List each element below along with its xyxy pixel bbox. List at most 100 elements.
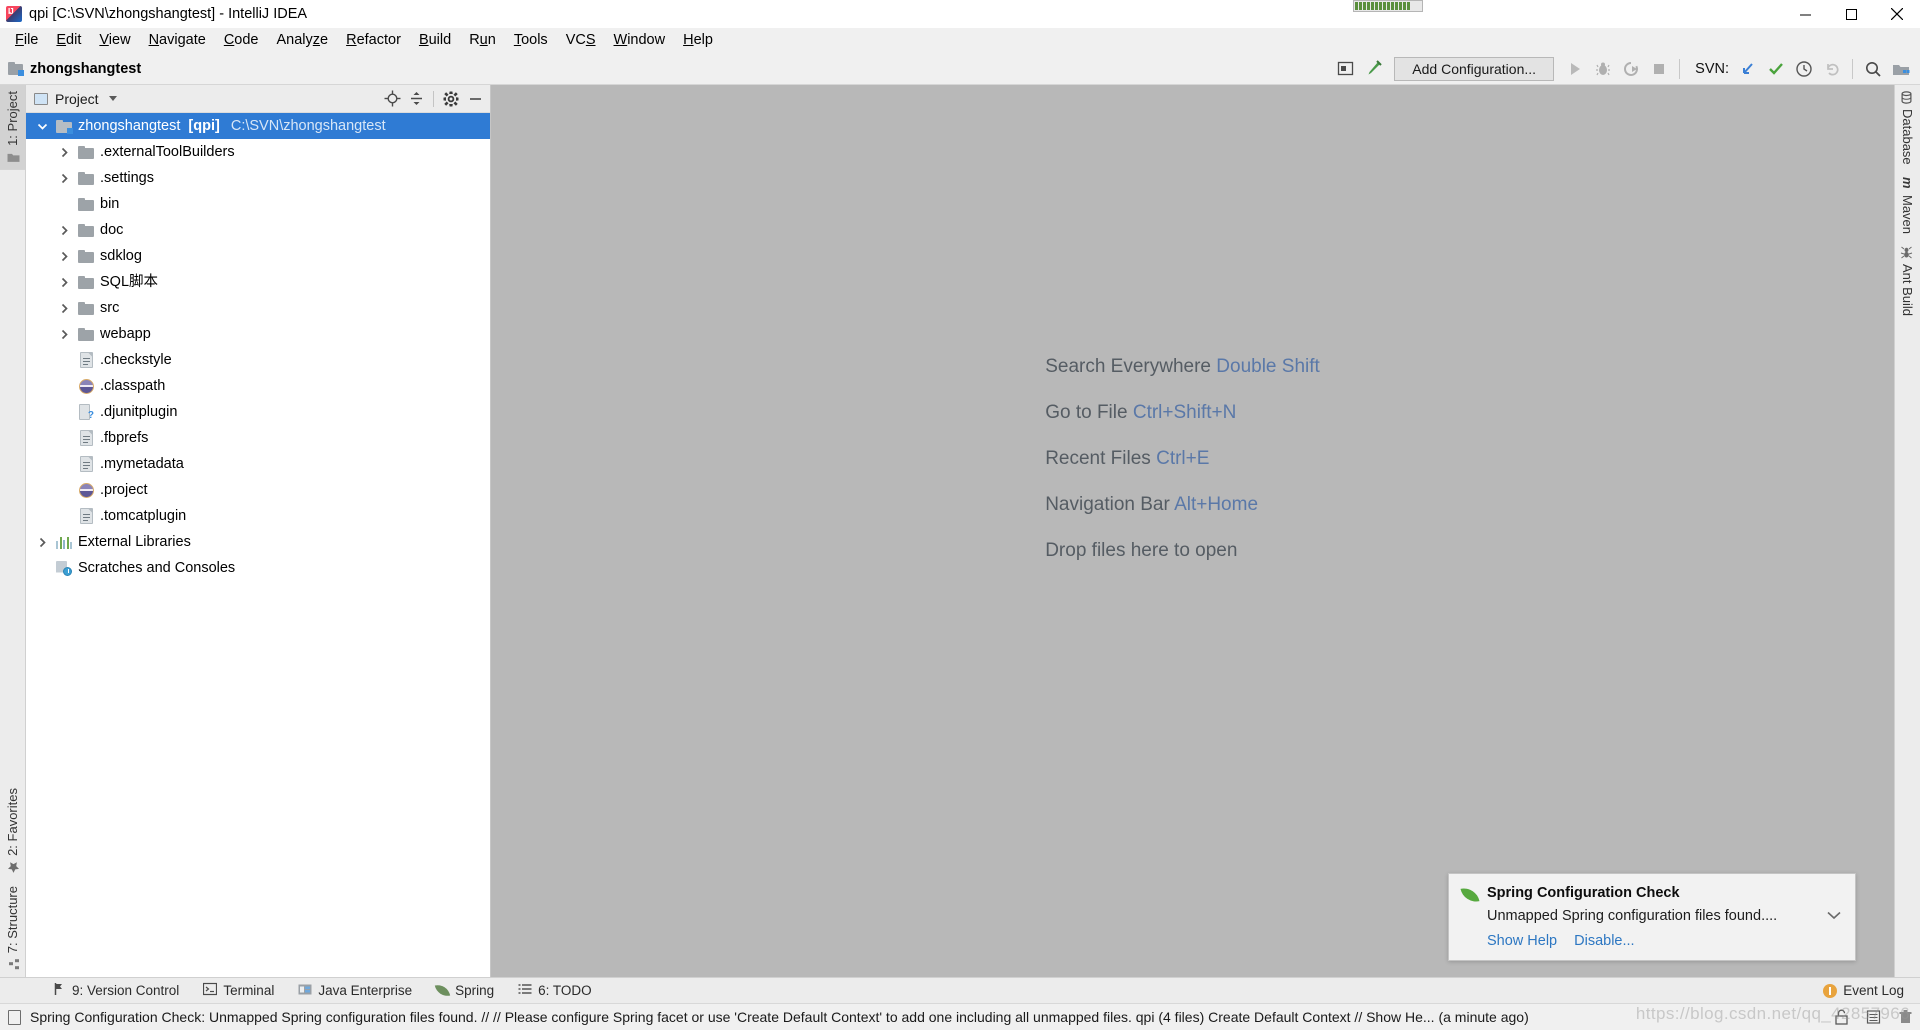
stop-icon[interactable] — [1646, 56, 1672, 82]
locate-target-icon[interactable] — [381, 88, 403, 110]
line-separator-icon[interactable] — [1864, 1008, 1882, 1026]
tree-row-fbprefs[interactable]: .fbprefs — [26, 425, 490, 451]
show-help-link[interactable]: Show Help — [1487, 933, 1557, 949]
debug-icon[interactable] — [1590, 56, 1616, 82]
tree-row-label: Scratches and Consoles — [78, 559, 236, 576]
tree-row-sql-scripts[interactable]: SQL脚本 — [26, 269, 490, 295]
menu-navigate[interactable]: Navigate — [140, 30, 215, 52]
sidebar-item-ant-build-label: Ant Build — [1900, 263, 1915, 316]
tree-row-project-file[interactable]: .project — [26, 477, 490, 503]
minimize-button[interactable] — [1782, 0, 1828, 28]
tree-row-bin[interactable]: bin — [26, 191, 490, 217]
bottom-item-terminal[interactable]: Terminal — [193, 979, 288, 1002]
menu-build[interactable]: Build — [410, 30, 460, 52]
window-title: qpi [C:\SVN\zhongshangtest] - IntelliJ I… — [29, 6, 308, 22]
build-hammer-icon[interactable] — [1360, 56, 1386, 82]
scratches-icon — [54, 560, 74, 576]
collapsed-arrow-icon[interactable] — [52, 303, 76, 314]
tree-row-label: .mymetadata — [100, 455, 184, 472]
disable-link[interactable]: Disable... — [1574, 933, 1634, 949]
run-icon[interactable] — [1562, 56, 1588, 82]
unlock-icon[interactable] — [1832, 1008, 1850, 1026]
notification-links: Show Help Disable... — [1487, 933, 1816, 949]
menu-analyze[interactable]: Analyze — [268, 30, 338, 52]
svn-update-icon[interactable] — [1735, 56, 1761, 82]
bottom-item-spring[interactable]: Spring — [426, 980, 508, 1001]
hide-minimize-icon[interactable] — [464, 88, 486, 110]
menu-code[interactable]: Code — [215, 30, 268, 52]
svn-rollback-icon[interactable] — [1819, 56, 1845, 82]
structure-icon — [6, 958, 20, 971]
status-message[interactable]: Spring Configuration Check: Unmapped Spr… — [30, 1009, 1529, 1025]
sidebar-item-database-label: Database — [1900, 109, 1915, 165]
tree-row-doc[interactable]: doc — [26, 217, 490, 243]
svn-history-icon[interactable] — [1791, 56, 1817, 82]
project-panel-title[interactable]: Project — [34, 91, 117, 107]
tree-row-scratches-and-consoles[interactable]: Scratches and Consoles — [26, 555, 490, 581]
search-everywhere-icon[interactable] — [1860, 56, 1886, 82]
maximize-button[interactable] — [1828, 0, 1874, 28]
project-structure-icon[interactable] — [1332, 56, 1358, 82]
breadcrumb[interactable]: zhongshangtest — [8, 61, 141, 77]
tree-row-sdklog[interactable]: sdklog — [26, 243, 490, 269]
collapsed-arrow-icon[interactable] — [30, 537, 54, 548]
collapsed-arrow-icon[interactable] — [52, 173, 76, 184]
tree-row-label: bin — [100, 195, 120, 212]
bottom-item-java-enterprise[interactable]: Java Enterprise — [288, 979, 426, 1002]
tree-row-project-root[interactable]: zhongshangtest [qpi] C:\SVN\zhongshangte… — [26, 113, 490, 139]
bottom-item-version-control[interactable]: 9: Version Control — [42, 979, 193, 1002]
collapsed-arrow-icon[interactable] — [52, 329, 76, 340]
menu-tools[interactable]: Tools — [505, 30, 557, 52]
sidebar-item-maven[interactable]: m Maven — [1895, 171, 1920, 240]
project-view-icon[interactable] — [1888, 56, 1914, 82]
svn-commit-icon[interactable] — [1763, 56, 1789, 82]
editor-empty-area[interactable]: Search Everywhere Double Shift Go to Fil… — [491, 85, 1894, 977]
update-progress-indicator — [1353, 0, 1423, 12]
run-configuration-selector[interactable]: Add Configuration... — [1394, 56, 1555, 81]
notification-balloon[interactable]: Spring Configuration Check Unmapped Spri… — [1448, 873, 1856, 961]
tree-row-tomcatplugin[interactable]: .tomcatplugin — [26, 503, 490, 529]
tree-row-classpath[interactable]: .classpath — [26, 373, 490, 399]
bottom-item-todo[interactable]: 6: TODO — [508, 979, 606, 1002]
eclipse-file-icon — [76, 482, 96, 498]
menu-window[interactable]: Window — [605, 30, 675, 52]
sidebar-item-project[interactable]: 1: Project — [0, 85, 25, 170]
sidebar-item-structure[interactable]: 7: Structure — [0, 880, 25, 977]
menu-refactor[interactable]: Refactor — [337, 30, 410, 52]
event-log-button[interactable]: Event Log — [1817, 980, 1910, 1001]
settings-gear-icon[interactable] — [440, 88, 462, 110]
tree-row-checkstyle[interactable]: .checkstyle — [26, 347, 490, 373]
sidebar-item-database[interactable]: Database — [1895, 85, 1920, 171]
collapsed-arrow-icon[interactable] — [52, 225, 76, 236]
menu-edit[interactable]: Edit — [47, 30, 90, 52]
chevron-down-icon[interactable] — [108, 96, 117, 101]
tree-row-external-libraries[interactable]: External Libraries — [26, 529, 490, 555]
project-panel-actions — [381, 88, 486, 110]
menu-run[interactable]: Run — [460, 30, 505, 52]
menu-help[interactable]: Help — [674, 30, 722, 52]
run-with-coverage-icon[interactable] — [1618, 56, 1644, 82]
sidebar-item-favorites[interactable]: 2: Favorites — [0, 782, 25, 880]
tree-row-settings[interactable]: .settings — [26, 165, 490, 191]
expanded-arrow-icon[interactable] — [30, 121, 54, 132]
tree-row-webapp[interactable]: webapp — [26, 321, 490, 347]
chevron-down-icon[interactable] — [1825, 885, 1843, 960]
toolbar-actions: Add Configuration... SVN: — [1332, 53, 1920, 85]
project-tree[interactable]: zhongshangtest [qpi] C:\SVN\zhongshangte… — [26, 113, 490, 977]
collapse-all-icon[interactable] — [405, 88, 427, 110]
menu-vcs[interactable]: VCS — [557, 30, 605, 52]
collapsed-arrow-icon[interactable] — [52, 277, 76, 288]
tree-row-djunitplugin[interactable]: ? .djunitplugin — [26, 399, 490, 425]
tree-row-src[interactable]: src — [26, 295, 490, 321]
memory-trash-icon[interactable] — [1896, 1008, 1914, 1026]
collapsed-arrow-icon[interactable] — [52, 147, 76, 158]
editor-hints: Search Everywhere Double Shift Go to Fil… — [1045, 356, 1320, 562]
sidebar-item-ant-build[interactable]: Ant Build — [1895, 240, 1920, 322]
event-log-label: Event Log — [1843, 983, 1904, 998]
tree-row-mymetadata[interactable]: .mymetadata — [26, 451, 490, 477]
menu-view[interactable]: View — [90, 30, 139, 52]
collapsed-arrow-icon[interactable] — [52, 251, 76, 262]
tree-row-external-tool-builders[interactable]: .externalToolBuilders — [26, 139, 490, 165]
menu-file[interactable]: File — [6, 30, 47, 52]
close-button[interactable] — [1874, 0, 1920, 28]
